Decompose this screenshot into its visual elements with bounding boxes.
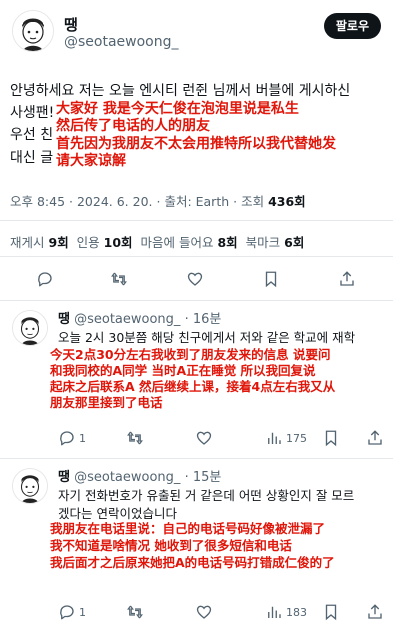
views-button[interactable]: 175: [265, 426, 307, 450]
share-icon: [340, 271, 354, 286]
avatar-drawing-icon: [13, 11, 53, 51]
engagement-stats: 재게시 9회 인용 10회 마음에 들어요 8회 북마크 6회: [10, 232, 304, 251]
like-button[interactable]: [186, 267, 204, 291]
retweet-button[interactable]: [126, 426, 144, 450]
like-button[interactable]: [195, 600, 213, 624]
translation-overlay-line: 和我同校的A同学 当时A正在睡觉 所以我回复说: [50, 363, 316, 379]
share-button[interactable]: [338, 267, 356, 291]
divider: [0, 256, 393, 257]
translation-overlay-line: 我后面才之后原来她把A的电话号码打错成仁俊的了: [50, 555, 335, 571]
heart-icon: [196, 605, 212, 619]
avatar[interactable]: [12, 10, 54, 52]
avatar-drawing-icon: [13, 469, 47, 503]
tweet-text-line: 우선 친: [10, 127, 54, 143]
bookmark-button[interactable]: [262, 267, 280, 291]
reply-tweet[interactable]: 땡 @seotaewoong_ · 16분 오늘 2시 30분쯤 해당 친구에게…: [0, 300, 393, 460]
retweet-button[interactable]: [110, 267, 128, 291]
quotes-stat[interactable]: 인용 10회: [77, 235, 133, 250]
tweet-source: 출처: Earth: [164, 194, 230, 209]
translation-overlay-line: 大家好 我是今天仁俊在泡泡里说是私生: [56, 101, 301, 118]
heart-icon: [196, 431, 212, 445]
reply-button[interactable]: 1: [58, 600, 86, 624]
translation-overlay-line: 请大家谅解: [56, 153, 128, 170]
share-button[interactable]: [366, 600, 384, 624]
bookmark-icon: [325, 604, 337, 621]
views-label: 조회: [241, 194, 265, 209]
translation-overlay-line: 我不知道是啥情况 她收到了很多短信和电话: [50, 538, 292, 554]
reply-button[interactable]: [36, 267, 54, 291]
share-icon: [368, 604, 382, 619]
translation-overlay-line: 首先因为我朋友不太会用推特所以我代替她发: [56, 136, 338, 153]
tweet-time[interactable]: 오후 8:45: [10, 194, 65, 209]
reply-action-bar: 1 183: [0, 600, 393, 624]
tweet-date[interactable]: 2024. 6. 20.: [77, 194, 153, 209]
reply-text-line: 겠다는 연락이었습니다: [58, 506, 177, 521]
tweet-text-line: 대신 글: [10, 150, 54, 166]
avatar-drawing-icon: [13, 311, 47, 345]
reply-icon: [38, 272, 52, 287]
views-icon: [268, 606, 281, 618]
divider: [0, 220, 393, 221]
bookmarks-stat[interactable]: 북마크 6회: [246, 235, 305, 250]
retweet-icon: [127, 431, 143, 445]
likes-stat[interactable]: 마음에 들어요 8회: [141, 235, 238, 250]
bookmark-button[interactable]: [322, 600, 340, 624]
reply-button[interactable]: 1: [58, 426, 86, 450]
bookmark-icon: [265, 271, 277, 288]
retweet-icon: [127, 605, 143, 619]
reply-action-bar: 1 175: [0, 426, 393, 450]
avatar[interactable]: [12, 310, 48, 346]
tweet-meta: 오후 8:45 · 2024. 6. 20. · 출처: Earth · 조회 …: [10, 194, 306, 209]
views-count: 436회: [268, 194, 306, 209]
main-action-bar: [0, 267, 393, 291]
like-button[interactable]: [195, 426, 213, 450]
avatar[interactable]: [12, 468, 48, 504]
reply-icon: [60, 605, 74, 620]
tweet-text-line: 사생팬!: [10, 105, 55, 121]
reply-text-line: 오늘 2시 30분쯤 해당 친구에게서 저와 같은 학교에 재학: [58, 330, 356, 345]
bookmark-icon: [325, 430, 337, 447]
reply-author[interactable]: 땡 @seotaewoong_ · 15분: [58, 466, 221, 485]
user-handle[interactable]: @seotaewoong_: [64, 34, 179, 50]
views-icon: [268, 432, 281, 444]
follow-button[interactable]: 팔로우: [323, 13, 381, 39]
views-button[interactable]: 183: [265, 600, 307, 624]
retweets-stat[interactable]: 재게시 9회: [10, 235, 69, 250]
translation-overlay-line: 然后传了电话的人的朋友: [56, 118, 212, 135]
translation-overlay-line: 我朋友在电话里说：自己的电话号码好像被泄漏了: [50, 521, 326, 537]
heart-icon: [187, 272, 203, 286]
tweet-text-line: 안녕하세요 저는 오늘 엔시티 런쥔 님께서 버블에 게시하신: [10, 83, 351, 99]
translation-overlay-line: 今天2点30分左右我收到了朋友发来的信息 说要问: [50, 347, 331, 363]
retweet-button[interactable]: [126, 600, 144, 624]
main-tweet: 땡 @seotaewoong_ 팔로우 안녕하세요 저는 오늘 엔시티 런쥔 님…: [0, 0, 393, 300]
reply-text-line: 자기 전화번호가 유출된 거 같은데 어떤 상황인지 잘 모르: [58, 488, 355, 503]
display-name[interactable]: 땡: [64, 14, 78, 35]
translation-overlay-line: 朋友那里接到了电话: [50, 395, 163, 411]
translation-overlay-line: 起床之后联系A 然后继续上课，接着4点左右我又从: [50, 379, 336, 395]
share-icon: [368, 430, 382, 445]
bookmark-button[interactable]: [322, 426, 340, 450]
reply-icon: [60, 431, 74, 446]
reply-tweet[interactable]: 땡 @seotaewoong_ · 15분 자기 전화번호가 유출된 거 같은데…: [0, 458, 393, 640]
share-button[interactable]: [366, 426, 384, 450]
reply-author[interactable]: 땡 @seotaewoong_ · 16분: [58, 308, 221, 327]
retweet-icon: [111, 272, 127, 286]
